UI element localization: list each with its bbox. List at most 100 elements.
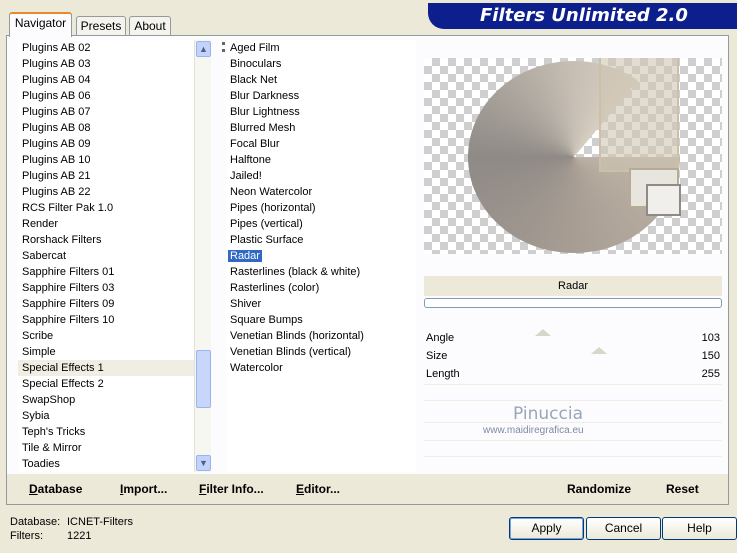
filters-count-value: 1221 (67, 530, 92, 542)
filter-item[interactable]: Venetian Blinds (vertical) (226, 344, 416, 360)
category-item-label: Plugins AB 02 (22, 42, 91, 54)
param-length[interactable]: Length 255 (424, 365, 722, 383)
filter-item[interactable]: Neon Watercolor (226, 184, 416, 200)
database-value: ICNET-Filters (67, 516, 133, 528)
filter-item[interactable]: Blur Lightness (226, 104, 416, 120)
scrollbar-thumb[interactable] (196, 350, 211, 408)
category-item[interactable]: Plugins AB 03 (18, 56, 194, 72)
category-list[interactable]: Plugins AB 02 Plugins AB 03 Plugins AB 04 P… (18, 40, 194, 472)
filter-item[interactable]: Aged Film (226, 40, 416, 56)
param-empty-row (424, 456, 722, 470)
filter-item-label: Pipes (vertical) (230, 218, 303, 230)
category-item[interactable]: Teph's Tricks (18, 424, 194, 440)
filter-item-label: Rasterlines (black & white) (230, 266, 361, 278)
filter-item[interactable]: Rasterlines (black & white) (226, 264, 416, 280)
filter-list[interactable]: Aged Film Binoculars Black Net Blur Darknes… (226, 40, 416, 472)
filter-item[interactable]: Blurred Mesh (226, 120, 416, 136)
filter-item[interactable]: Halftone (226, 152, 416, 168)
category-item[interactable]: Plugins AB 06 (18, 88, 194, 104)
filter-item[interactable]: Watercolor (226, 360, 416, 376)
category-item-label: Special Effects 1 (22, 362, 104, 374)
category-item[interactable]: Tile & Mirror (18, 440, 194, 456)
filter-item[interactable]: Shiver (226, 296, 416, 312)
progress-bar (424, 298, 722, 308)
apply-button[interactable]: Apply (509, 517, 584, 540)
category-item[interactable]: Render (18, 216, 194, 232)
reset-button[interactable]: Reset (666, 480, 699, 498)
category-item[interactable]: Sapphire Filters 03 (18, 280, 194, 296)
category-item[interactable]: Simple (18, 344, 194, 360)
param-angle[interactable]: Angle 103 (424, 329, 722, 347)
category-item[interactable]: Plugins AB 09 (18, 136, 194, 152)
filter-item-label: Plastic Surface (230, 234, 304, 246)
category-item[interactable]: Plugins AB 10 (18, 152, 194, 168)
filter-item[interactable]: Radar (226, 248, 416, 264)
category-item[interactable]: RCS Filter Pak 1.0 (18, 200, 194, 216)
tab-presets[interactable]: Presets (76, 16, 126, 36)
filter-item-label: Black Net (230, 74, 278, 86)
category-item-label: RCS Filter Pak 1.0 (22, 202, 114, 214)
help-button[interactable]: Help (662, 517, 737, 540)
category-item[interactable]: Plugins AB 02 (18, 40, 194, 56)
filter-item[interactable]: Pipes (vertical) (226, 216, 416, 232)
category-item-label: Rorshack Filters (22, 234, 102, 246)
param-size[interactable]: Size 150 (424, 347, 722, 365)
category-item[interactable]: Plugins AB 21 (18, 168, 194, 184)
category-item-label: Plugins AB 08 (22, 122, 91, 134)
category-item[interactable]: Sybia (18, 408, 194, 424)
category-item-label: Tile & Mirror (22, 442, 82, 454)
category-item-label: Sybia (22, 410, 50, 422)
category-item[interactable]: Sabercat (18, 248, 194, 264)
filter-item[interactable]: Pipes (horizontal) (226, 200, 416, 216)
category-item[interactable]: Plugins AB 08 (18, 120, 194, 136)
filter-item[interactable]: Venetian Blinds (horizontal) (226, 328, 416, 344)
category-item-label: Plugins AB 09 (22, 138, 91, 150)
filter-item[interactable]: Black Net (226, 72, 416, 88)
category-item[interactable]: Special Effects 1 (18, 360, 194, 376)
param-size-label: Size (426, 350, 448, 362)
preview-frame-corner (646, 184, 681, 216)
category-item-label: Sapphire Filters 10 (22, 314, 115, 326)
category-item[interactable]: Plugins AB 07 (18, 104, 194, 120)
filter-item[interactable]: Rasterlines (color) (226, 280, 416, 296)
filter-item-label: Binoculars (230, 58, 282, 70)
category-item[interactable]: Sapphire Filters 09 (18, 296, 194, 312)
watermark-name: Pinuccia (513, 404, 583, 424)
param-size-value: 150 (701, 350, 720, 362)
filter-item-label: Jailed! (230, 170, 262, 182)
param-empty-row (424, 440, 722, 454)
editor-button[interactable]: Editor... (296, 480, 340, 498)
filter-item[interactable]: Focal Blur (226, 136, 416, 152)
category-item[interactable]: Scribe (18, 328, 194, 344)
randomize-button[interactable]: Randomize (567, 480, 631, 498)
category-item-label: Scribe (22, 330, 54, 342)
category-item[interactable]: Toadies (18, 456, 194, 472)
filter-item[interactable]: Jailed! (226, 168, 416, 184)
category-item[interactable]: Plugins AB 04 (18, 72, 194, 88)
category-item[interactable]: Sapphire Filters 01 (18, 264, 194, 280)
chevron-down-icon[interactable]: ▼ (196, 455, 211, 471)
database-button[interactable]: Database (29, 480, 82, 498)
category-scrollbar[interactable]: ▲ ▼ (194, 40, 211, 472)
filter-item-label: Shiver (230, 298, 262, 310)
filter-item[interactable]: Blur Darkness (226, 88, 416, 104)
filter-item[interactable]: Square Bumps (226, 312, 416, 328)
category-item[interactable]: Plugins AB 22 (18, 184, 194, 200)
filter-item[interactable]: Plastic Surface (226, 232, 416, 248)
cancel-button[interactable]: Cancel (586, 517, 661, 540)
filter-item-label: Halftone (230, 154, 271, 166)
chevron-up-icon[interactable]: ▲ (196, 41, 211, 57)
category-item-label: Plugins AB 03 (22, 58, 91, 70)
filter-item-label: Venetian Blinds (horizontal) (230, 330, 364, 342)
filter-info-button[interactable]: Filter Info... (199, 480, 264, 498)
tab-navigator[interactable]: Navigator (9, 12, 72, 37)
import-button[interactable]: Import... (120, 480, 167, 498)
category-item[interactable]: Sapphire Filters 10 (18, 312, 194, 328)
category-item[interactable]: Rorshack Filters (18, 232, 194, 248)
tab-about[interactable]: About (129, 16, 171, 36)
category-item-label: Toadies (22, 458, 60, 470)
category-item[interactable]: Special Effects 2 (18, 376, 194, 392)
filter-item-label: Neon Watercolor (230, 186, 313, 198)
filter-item[interactable]: Binoculars (226, 56, 416, 72)
category-item[interactable]: SwapShop (18, 392, 194, 408)
